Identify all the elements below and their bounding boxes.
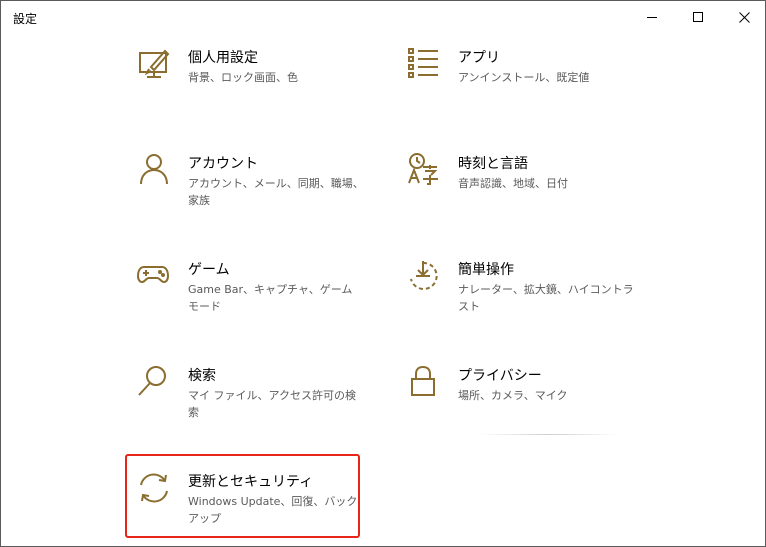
maximize-button[interactable] — [675, 1, 721, 33]
gamepad-icon — [137, 259, 173, 295]
tile-title: 個人用設定 — [188, 50, 258, 66]
tile-time-language[interactable]: 時刻と言語 音声認識、地域、日付 — [407, 153, 647, 233]
search-icon — [137, 365, 173, 401]
time-language-icon — [407, 153, 443, 189]
personalization-icon — [137, 47, 173, 83]
tile-update-security[interactable]: 更新とセキュリティ Windows Update、回復、バックアップ — [137, 471, 377, 546]
tile-desc: アンインストール、既定値 — [458, 71, 590, 84]
tile-gaming[interactable]: ゲーム Game Bar、キャプチャ、ゲーム モード — [137, 259, 377, 339]
tile-desc: マイ ファイル、アクセス許可の検索 — [188, 389, 356, 419]
account-icon — [137, 153, 173, 189]
minimize-button[interactable] — [629, 1, 675, 33]
window-title: 設定 — [13, 12, 38, 26]
tile-title: 更新とセキュリティ — [188, 474, 314, 490]
tile-desc: 場所、カメラ、マイク — [458, 389, 568, 402]
tile-privacy[interactable]: プライバシー 場所、カメラ、マイク — [407, 365, 647, 445]
settings-window: 設定 個人用設定 背景、ロック画面、色 アプリ アンインストール、既定値 アカウ… — [0, 0, 766, 547]
divider — [479, 434, 619, 435]
tile-desc: アカウント、メール、同期、職場、家族 — [188, 177, 364, 207]
close-button[interactable] — [721, 1, 765, 33]
lock-icon — [407, 365, 443, 401]
tile-title: プライバシー — [458, 368, 542, 384]
minimize-icon — [647, 17, 657, 18]
update-sync-icon — [137, 471, 173, 507]
tile-ease-of-access[interactable]: 簡単操作 ナレーター、拡大鏡、ハイコントラスト — [407, 259, 647, 339]
maximize-icon — [693, 12, 703, 22]
tile-desc: Game Bar、キャプチャ、ゲーム モード — [188, 283, 353, 313]
title-bar: 設定 — [1, 1, 765, 33]
tile-desc: 背景、ロック画面、色 — [188, 71, 298, 84]
tile-personalization[interactable]: 個人用設定 背景、ロック画面、色 — [137, 47, 377, 127]
tile-title: ゲーム — [188, 262, 230, 278]
tile-desc: 音声認識、地域、日付 — [458, 177, 568, 190]
tile-title: 検索 — [188, 368, 216, 384]
close-icon — [738, 11, 750, 23]
tile-apps[interactable]: アプリ アンインストール、既定値 — [407, 47, 647, 127]
tile-desc: ナレーター、拡大鏡、ハイコントラスト — [458, 283, 634, 313]
tile-title: アプリ — [458, 50, 500, 66]
tile-account[interactable]: アカウント アカウント、メール、同期、職場、家族 — [137, 153, 377, 233]
tile-desc: Windows Update、回復、バックアップ — [188, 495, 358, 525]
tile-title: 簡単操作 — [458, 262, 514, 278]
tile-search[interactable]: 検索 マイ ファイル、アクセス許可の検索 — [137, 365, 377, 445]
apps-icon — [407, 47, 443, 83]
ease-of-access-icon — [407, 259, 443, 295]
tile-title: アカウント — [188, 156, 258, 172]
tile-title: 時刻と言語 — [458, 156, 528, 172]
